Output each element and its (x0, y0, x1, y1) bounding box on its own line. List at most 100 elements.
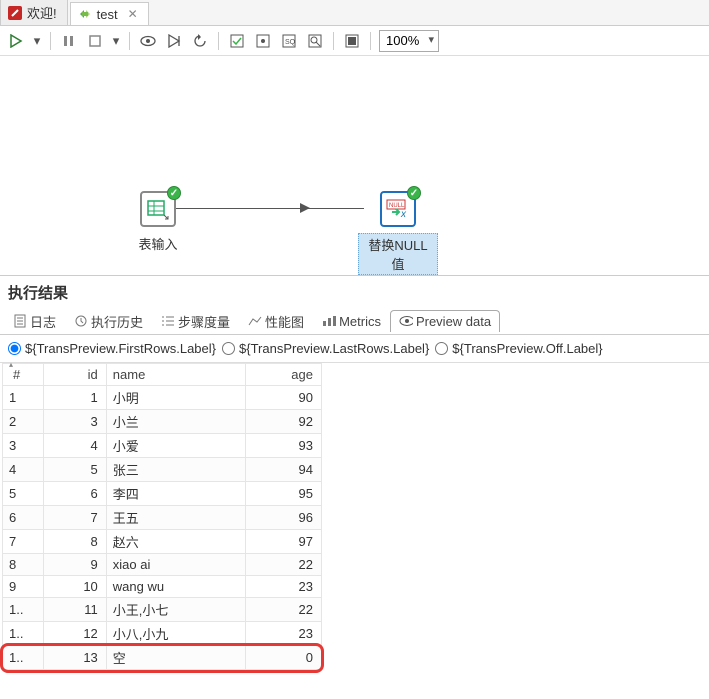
preview-mode-row: ${TransPreview.FirstRows.Label} ${TransP… (0, 335, 709, 363)
tab-metrics[interactable]: Metrics (313, 310, 390, 332)
table-row[interactable]: 11小明90 (3, 386, 322, 410)
preview-table[interactable]: ▴# id name age 11小明9023小兰9234小爱9345张三945… (2, 363, 322, 670)
editor-tabs: 欢迎! test ✕ (0, 0, 709, 26)
stop-dropdown-icon[interactable]: ▾ (111, 31, 121, 51)
cell-age: 0 (246, 646, 322, 670)
chart-icon (248, 314, 262, 328)
run-icon[interactable] (6, 31, 26, 51)
tab-performance[interactable]: 性能图 (239, 308, 313, 334)
node-label: 替换NULL值 (358, 233, 438, 275)
table-input-icon: ✓ (140, 191, 176, 227)
radio-input[interactable] (8, 342, 21, 355)
sql-icon[interactable]: SQ (279, 31, 299, 51)
close-icon[interactable]: ✕ (128, 7, 138, 21)
node-label: 表输入 (134, 233, 181, 254)
cell-age: 92 (246, 410, 322, 434)
col-rownum[interactable]: ▴# (3, 364, 44, 386)
show-results-icon[interactable] (342, 31, 362, 51)
check-badge-icon: ✓ (407, 186, 421, 200)
table-row[interactable]: 23小兰92 (3, 410, 322, 434)
cell-age: 95 (246, 482, 322, 506)
transform-canvas[interactable]: ✓ 表输入 NULLx ✓ 替换NULL值 (0, 56, 709, 276)
radio-first-rows[interactable]: ${TransPreview.FirstRows.Label} (8, 341, 216, 356)
tab-label: 性能图 (265, 312, 304, 331)
cell-id: 6 (43, 482, 106, 506)
cell-name: 空 (106, 646, 245, 670)
table-row[interactable]: 56李四95 (3, 482, 322, 506)
radio-label: ${TransPreview.Off.Label} (452, 341, 602, 356)
radio-input[interactable] (222, 342, 235, 355)
explore-icon[interactable] (305, 31, 325, 51)
radio-label: ${TransPreview.LastRows.Label} (239, 341, 429, 356)
history-icon (74, 314, 88, 328)
tab-test[interactable]: test ✕ (70, 2, 149, 25)
cell-age: 93 (246, 434, 322, 458)
cell-id: 12 (43, 622, 106, 646)
tab-history[interactable]: 执行历史 (65, 308, 152, 334)
cell-age: 22 (246, 554, 322, 576)
cell-rownum: 1.. (3, 646, 44, 670)
table-row[interactable]: 1..12小八,小九23 (3, 622, 322, 646)
cell-id: 13 (43, 646, 106, 670)
cell-name: 小爱 (106, 434, 245, 458)
cell-rownum: 7 (3, 530, 44, 554)
list-icon (161, 314, 175, 328)
cell-rownum: 4 (3, 458, 44, 482)
table-row[interactable]: 67王五96 (3, 506, 322, 530)
cell-id: 11 (43, 598, 106, 622)
pause-icon[interactable] (59, 31, 79, 51)
cell-rownum: 1.. (3, 622, 44, 646)
tab-welcome[interactable]: 欢迎! (0, 0, 68, 25)
col-id[interactable]: id (43, 364, 106, 386)
hop-arrow[interactable] (176, 208, 364, 209)
table-header-row: ▴# id name age (3, 364, 322, 386)
cell-age: 96 (246, 506, 322, 530)
stop-icon[interactable] (85, 31, 105, 51)
tab-label: 欢迎! (27, 3, 57, 22)
replay-icon[interactable] (190, 31, 210, 51)
tab-step-metrics[interactable]: 步骤度量 (152, 308, 239, 334)
zoom-select[interactable]: 100% (379, 30, 439, 52)
col-name[interactable]: name (106, 364, 245, 386)
separator (218, 32, 219, 50)
tab-label: test (97, 7, 118, 22)
cell-name: 张三 (106, 458, 245, 482)
table-row[interactable]: 89xiao ai22 (3, 554, 322, 576)
toolbar: ▾ ▾ SQ 100% (0, 26, 709, 56)
table-row[interactable]: 910wang wu23 (3, 576, 322, 598)
table-row[interactable]: 34小爱93 (3, 434, 322, 458)
cell-name: xiao ai (106, 554, 245, 576)
cell-age: 22 (246, 598, 322, 622)
cell-rownum: 1 (3, 386, 44, 410)
table-row[interactable]: 1..13空0 (3, 646, 322, 670)
table-row[interactable]: 78赵六97 (3, 530, 322, 554)
cell-age: 97 (246, 530, 322, 554)
debug-icon[interactable] (164, 31, 184, 51)
cell-name: 小明 (106, 386, 245, 410)
check-icon[interactable] (227, 31, 247, 51)
cell-name: wang wu (106, 576, 245, 598)
impact-icon[interactable] (253, 31, 273, 51)
cell-age: 23 (246, 576, 322, 598)
node-replace-null[interactable]: NULLx ✓ 替换NULL值 (358, 191, 438, 275)
radio-input[interactable] (435, 342, 448, 355)
tab-label: Metrics (339, 314, 381, 329)
cell-id: 4 (43, 434, 106, 458)
cell-rownum: 6 (3, 506, 44, 530)
spoon-icon (7, 5, 23, 21)
node-table-input[interactable]: ✓ 表输入 (118, 191, 198, 254)
separator (333, 32, 334, 50)
cell-id: 8 (43, 530, 106, 554)
cell-rownum: 1.. (3, 598, 44, 622)
radio-off[interactable]: ${TransPreview.Off.Label} (435, 341, 602, 356)
preview-icon[interactable] (138, 31, 158, 51)
results-header: 执行结果 (0, 276, 709, 307)
table-row[interactable]: 1..11小王,小七22 (3, 598, 322, 622)
cell-name: 小八,小九 (106, 622, 245, 646)
col-age[interactable]: age (246, 364, 322, 386)
tab-log[interactable]: 日志 (4, 308, 65, 334)
tab-preview-data[interactable]: Preview data (390, 310, 500, 332)
run-dropdown-icon[interactable]: ▾ (32, 31, 42, 51)
table-row[interactable]: 45张三94 (3, 458, 322, 482)
radio-last-rows[interactable]: ${TransPreview.LastRows.Label} (222, 341, 429, 356)
